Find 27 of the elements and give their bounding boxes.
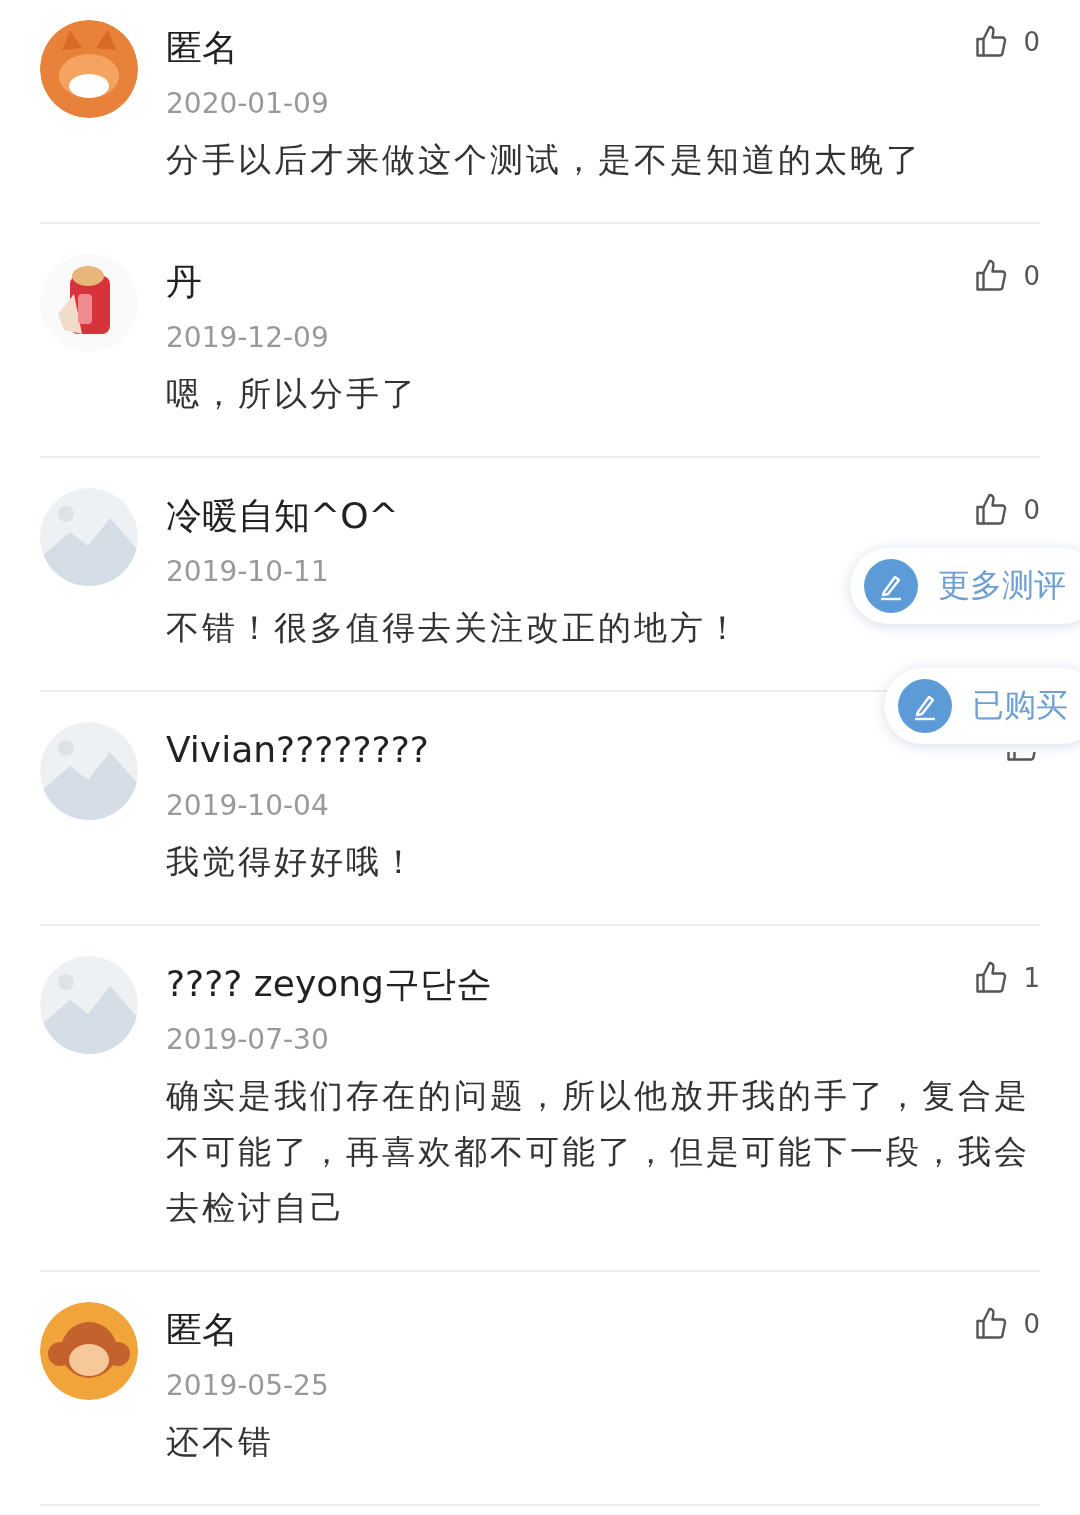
pencil-icon	[898, 679, 952, 733]
pencil-icon	[864, 559, 918, 613]
user-name: 丹	[166, 260, 202, 304]
user-name: 匿名	[166, 26, 238, 70]
floating-button[interactable]: 已购买	[884, 668, 1080, 744]
comment-date: 2019-07-30	[166, 1022, 329, 1058]
like-count: 0	[1023, 261, 1040, 291]
comment-date: 2020-01-09	[166, 86, 329, 122]
comment-text: 嗯，所以分手了	[166, 373, 419, 415]
comment-date: 2019-10-11	[166, 554, 329, 590]
user-name: ???? zeyong구단순	[166, 962, 492, 1006]
comment-text: 分手以后才来做这个测试，是不是知道的太晚了	[166, 139, 923, 181]
user-name: 冷暖自知^O^	[166, 494, 399, 538]
like-count: 0	[1023, 1309, 1040, 1339]
like-count: 0	[1023, 27, 1040, 57]
like-count: 1	[1023, 963, 1040, 993]
user-name: Vivian????????	[166, 728, 429, 772]
user-name: 匿名	[166, 1308, 238, 1352]
comment-date: 2019-05-25	[166, 1368, 329, 1404]
comment-text: 还不错	[166, 1421, 275, 1463]
comment-text: 不错！很多值得去关注改正的地方！	[166, 607, 743, 649]
floating-button[interactable]: 更多测评	[850, 548, 1080, 624]
like-count: 0	[1023, 495, 1040, 525]
comment-date: 2019-12-09	[166, 320, 329, 356]
comment-text: 确实是我们存在的问题，所以他放开我的手了，复合是不可能了，再喜欢都不可能了，但是可能下一段，我会去检讨自己	[166, 1075, 1031, 1229]
comment-text: 我觉得好好哦！	[166, 841, 419, 883]
comment-date: 2019-10-04	[166, 788, 329, 824]
